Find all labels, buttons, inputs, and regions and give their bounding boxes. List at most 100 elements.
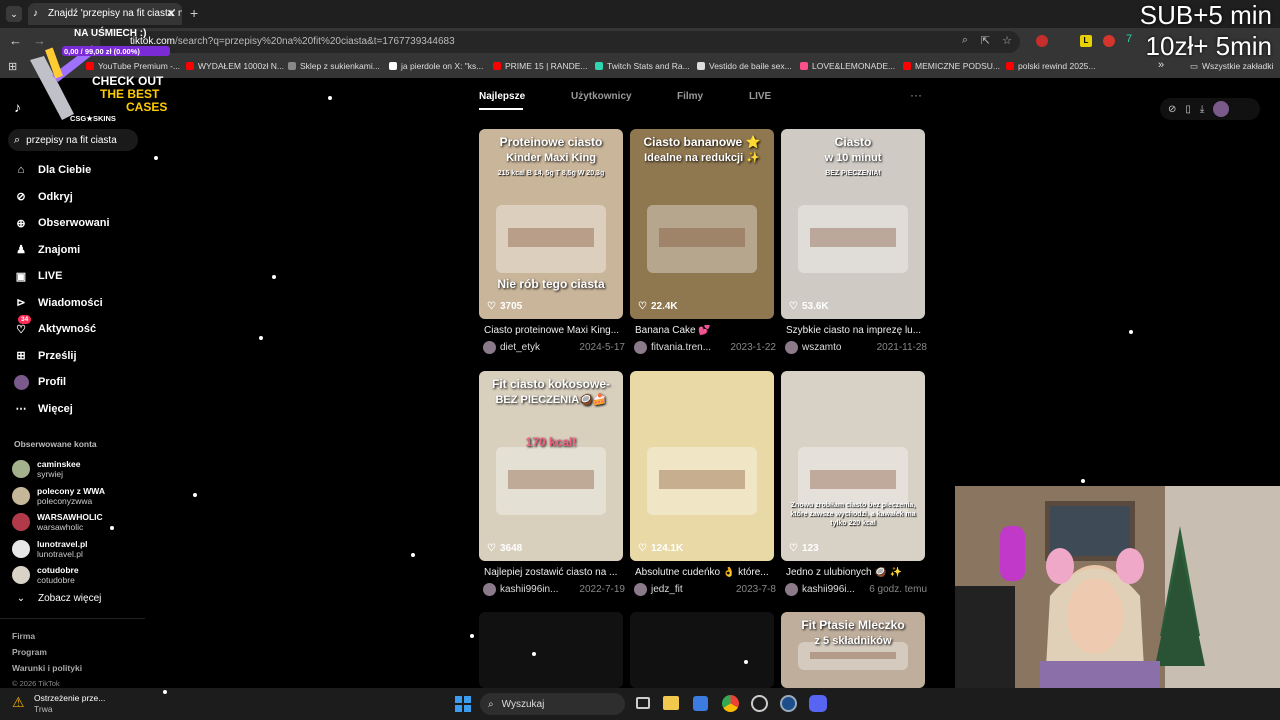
video-title[interactable]: Ciasto proteinowe Maxi King... — [484, 325, 626, 336]
nav-item-6[interactable]: ♡ 34 Aktywność — [12, 315, 96, 339]
more-options-icon[interactable]: ··· — [910, 88, 922, 102]
tab-top[interactable]: Najlepsze — [479, 91, 525, 102]
zoom-icon[interactable]: ⌕ — [962, 34, 968, 47]
video-card[interactable]: ♡ 124.1K — [630, 371, 774, 561]
search-input[interactable]: ⌕ przepisy na fit ciasta — [8, 129, 138, 151]
see-more-button[interactable]: ⌄ Zobacz więcej — [12, 588, 102, 608]
nav-item-5[interactable]: ⊳ Wiadomości — [12, 293, 102, 313]
nav-item-8[interactable]: Profil — [12, 372, 66, 392]
browser-tab-active[interactable]: ♪ Znajdź 'przepisy na fit ciasta' n ✕ — [28, 3, 182, 25]
video-card[interactable]: Ciasto bananowe ⭐ Idealne na redukcji ✨ ♡ 2… — [630, 129, 774, 319]
taskbar-search[interactable]: ⌕ Wyszukaj — [480, 693, 625, 715]
author-name[interactable]: diet_etyk — [500, 342, 540, 353]
new-tab-icon[interactable]: + — [190, 5, 198, 21]
store-icon[interactable] — [693, 696, 708, 711]
author-name[interactable]: wszamto — [802, 342, 841, 353]
bookmark-item[interactable]: Sklep z sukienkami... — [288, 61, 380, 71]
chrome-icon[interactable] — [722, 695, 739, 712]
video-title[interactable]: Jedno z ulubionych 🥥 ✨ — [786, 567, 928, 578]
followed-account[interactable]: lunotravel.pl lunotravel.pl — [12, 537, 88, 561]
thumbnail-caption: Fit Ptasie Mleczko — [801, 618, 905, 632]
followed-account[interactable]: cotudobre cotudobre — [12, 563, 79, 587]
tiktok-logo-icon[interactable]: ♪ — [14, 99, 21, 115]
bookmark-item[interactable]: LOVE&LEMONADE... — [800, 61, 895, 71]
followed-account[interactable]: polecony z WWA poleconyzwwa — [12, 484, 105, 508]
author-name[interactable]: kashii996in... — [500, 584, 558, 595]
video-card[interactable]: Znowu zrobiłam ciasto bez pieczenia, któ… — [781, 371, 925, 561]
bookmark-item[interactable]: MEMICZNE PODSU... — [903, 61, 1000, 71]
bookmark-label: Twitch Stats and Ra... — [607, 61, 690, 71]
video-meta: jedz_fit 2023-7-8 — [634, 583, 776, 596]
all-bookmarks[interactable]: ▭ Wszystkie zakładki — [1190, 61, 1273, 72]
followed-account[interactable]: WARSAWHOLIC warsawholic — [12, 510, 103, 534]
video-title[interactable]: Banana Cake 💕 — [635, 325, 777, 336]
tab-users[interactable]: Użytkownicy — [571, 91, 632, 102]
bookmark-item[interactable]: Vestido de baile sex... — [697, 61, 792, 71]
video-card[interactable]: Ciasto w 10 minut BEZ PIECZENIA! ♡ 53.6K — [781, 129, 925, 319]
bookmark-favicon-icon — [288, 62, 296, 70]
stream-sub-timer-overlay: SUB+5 min 10zł+ 5min — [1140, 0, 1272, 62]
steam-icon[interactable] — [780, 695, 797, 712]
video-title[interactable]: Najlepiej zostawić ciasto na ... — [484, 567, 626, 578]
task-view-icon[interactable] — [636, 697, 650, 709]
nav-item-4[interactable]: ▣ LIVE — [12, 266, 63, 286]
video-card[interactable]: Fit Ptasie Mleczko z 5 składników — [781, 612, 925, 688]
footer-link-company[interactable]: Firma — [12, 631, 35, 641]
author-name[interactable]: kashii996i... — [802, 584, 855, 595]
video-card[interactable] — [479, 612, 623, 688]
bookmark-item[interactable]: WYDAŁEM 1000zł N... — [186, 61, 284, 71]
windows-start-icon[interactable] — [455, 696, 471, 712]
phone-icon[interactable]: ▯ — [1185, 104, 1191, 115]
discord-icon[interactable] — [809, 695, 827, 712]
taskbar-search-label: Wyszukaj — [501, 698, 545, 710]
bookmark-item[interactable]: PRIME 15 | RANDE... — [493, 61, 588, 71]
notification[interactable]: Ostrzeżenie prze... Trwa — [34, 693, 105, 715]
tab-videos[interactable]: Filmy — [677, 91, 703, 102]
nav-item-3[interactable]: ♟ Znajomi — [12, 240, 80, 260]
address-bar[interactable]: tiktok.com/search?q=przepisy%20na%20fit%… — [100, 31, 1020, 53]
tab-search-icon[interactable]: ⌄ — [6, 6, 22, 22]
nav-item-0[interactable]: ⌂ Dla Ciebie — [12, 160, 92, 180]
search-icon: ⌕ — [488, 698, 494, 710]
nav-item-9[interactable]: ⋯ Więcej — [12, 399, 73, 419]
author-name[interactable]: jedz_fit — [651, 584, 683, 595]
nav-item-1[interactable]: ⊘ Odkryj — [12, 187, 72, 207]
close-tab-icon[interactable]: ✕ — [167, 7, 176, 20]
thumbnail-caption-2: Idealne na redukcji ✨ — [644, 152, 760, 164]
post-date: 2024-5-17 — [579, 342, 625, 353]
extension-2-icon[interactable] — [1103, 35, 1115, 47]
install-icon[interactable]: ⇱ — [981, 34, 990, 47]
search-icon: ⌕ — [14, 133, 21, 146]
avatar — [12, 539, 30, 558]
video-card[interactable] — [630, 612, 774, 688]
bookmark-label: WYDAŁEM 1000zł N... — [198, 61, 284, 71]
extension-icon[interactable] — [1036, 35, 1048, 47]
video-card[interactable]: Fit ciasto kokosowe- BEZ PIECZENIA🥥🍰 170 k… — [479, 371, 623, 561]
video-title[interactable]: Absolutne cudeńko 👌 które... — [635, 567, 777, 578]
promo-cases: CASES — [126, 100, 168, 114]
bookmark-item[interactable]: ja pierdole on X: "ks... — [389, 61, 483, 71]
footer-link-program[interactable]: Program — [12, 647, 47, 657]
apps-grid-icon[interactable]: ⊞ — [8, 60, 17, 73]
app-icon[interactable] — [751, 695, 768, 712]
back-icon[interactable]: ← — [9, 33, 22, 48]
file-explorer-icon[interactable] — [663, 696, 679, 710]
author-avatar — [785, 341, 798, 354]
tab-live[interactable]: LIVE — [749, 91, 771, 102]
download-icon[interactable]: ⤓ — [1200, 104, 1204, 115]
footer-link-terms[interactable]: Warunki i polityki — [12, 663, 82, 673]
bookmark-item[interactable]: polski rewind 2025... — [1006, 61, 1096, 71]
extension-l-icon[interactable]: L — [1080, 35, 1092, 47]
extension-3-icon[interactable]: 7 — [1126, 33, 1132, 45]
video-title[interactable]: Szybkie ciasto na imprezę lu... — [786, 325, 928, 336]
bookmark-star-icon[interactable]: ☆ — [1002, 34, 1012, 47]
nav-item-7[interactable]: ⊞ Prześlij — [12, 346, 76, 366]
video-card[interactable]: Proteinowe ciasto Kinder Maxi King 215 kca… — [479, 129, 623, 319]
bookmark-item[interactable]: Twitch Stats and Ra... — [595, 61, 690, 71]
author-name[interactable]: fitvania.tren... — [651, 342, 711, 353]
avatar[interactable] — [1213, 101, 1230, 117]
followed-account[interactable]: caminskee syrwiej — [12, 457, 80, 481]
compass-icon[interactable]: ⊘ — [1168, 104, 1176, 115]
nav-item-2[interactable]: ⊕ Obserwowani — [12, 213, 109, 233]
compass-icon: ⊘ — [16, 191, 26, 203]
